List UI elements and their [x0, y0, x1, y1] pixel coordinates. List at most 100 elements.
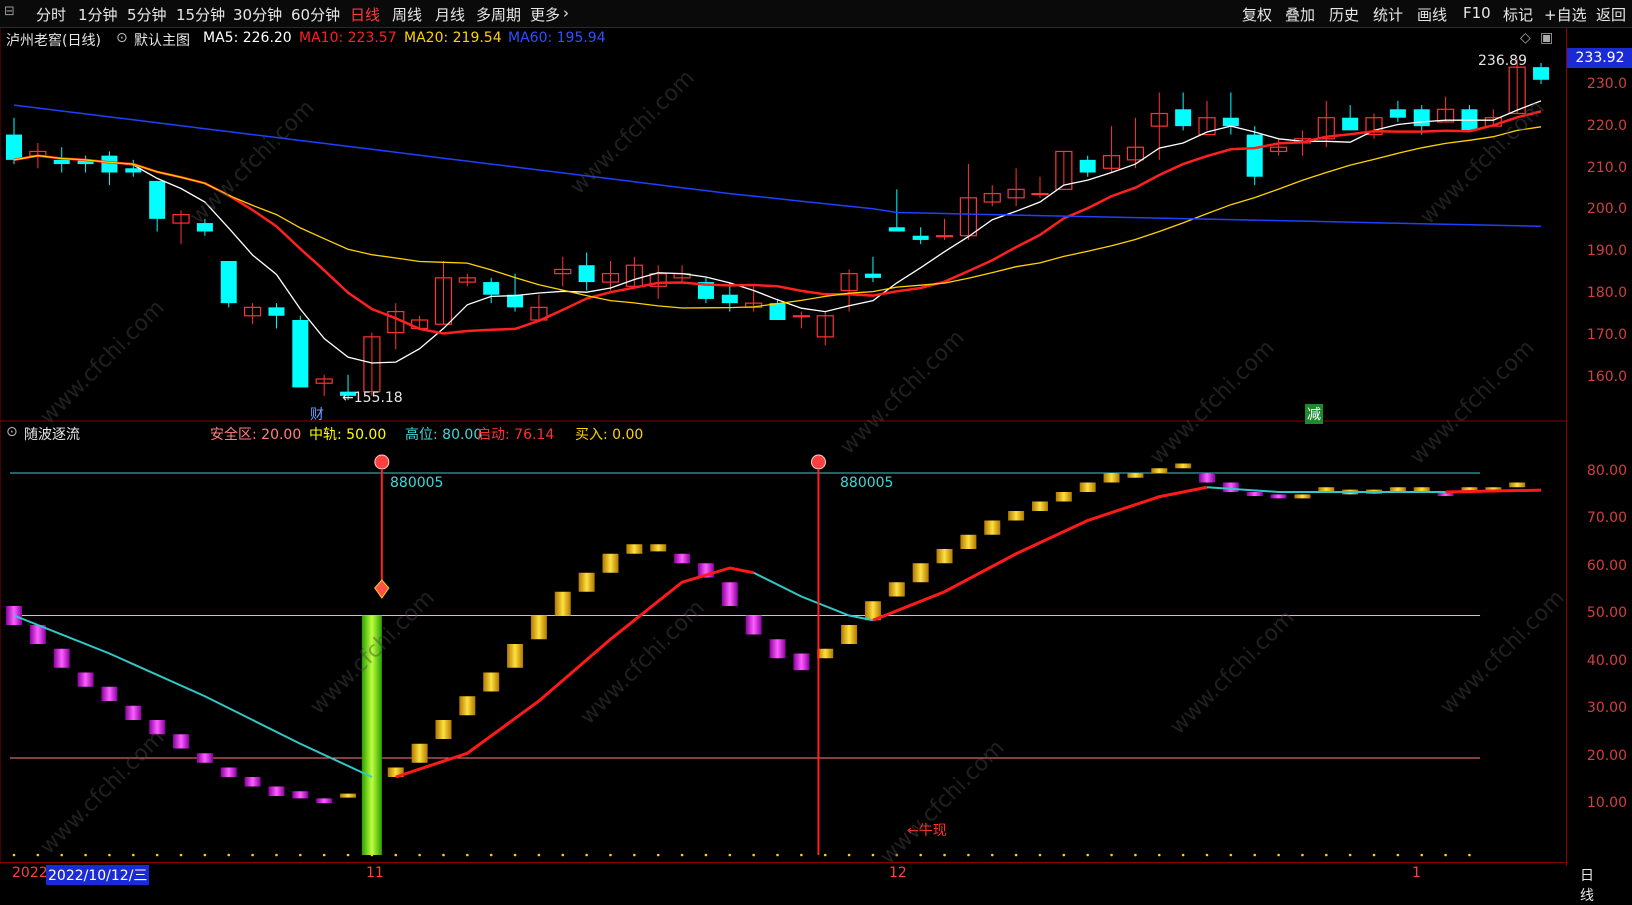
- baseline-dot: [633, 853, 636, 857]
- baseline-dot: [84, 853, 87, 857]
- sub-bar: [411, 743, 428, 763]
- price-tick: 210.0: [1586, 160, 1627, 176]
- price-tick: 200.0: [1586, 201, 1627, 217]
- baseline-dot: [466, 853, 469, 857]
- baseline-dot: [346, 853, 350, 857]
- sub-indicator-name[interactable]: 随波逐流: [24, 424, 80, 444]
- sub-toggle-icon[interactable]: ⊙: [6, 424, 18, 440]
- candle-down: [1389, 109, 1406, 118]
- sub-bar: [1270, 494, 1287, 499]
- candle-up: [1031, 192, 1049, 196]
- high-zone-value: 高位: 80.00: [405, 427, 483, 443]
- baseline-dot: [847, 853, 851, 857]
- sub-bar: [268, 786, 285, 796]
- candle-down: [1222, 117, 1239, 127]
- sub-bar: [888, 582, 905, 597]
- baseline-dot: [1277, 853, 1280, 857]
- candle-down: [1079, 159, 1096, 173]
- sub-bar: [507, 644, 524, 668]
- baseline-dot: [442, 853, 445, 857]
- period-button[interactable]: 日线: [1580, 865, 1594, 905]
- sub-bar: [316, 798, 333, 804]
- sub-bar: [1055, 492, 1072, 502]
- baseline-dot: [1181, 853, 1185, 857]
- signal-pin-icon: [374, 454, 390, 470]
- baseline-dot: [1157, 853, 1161, 857]
- baseline-dot: [1086, 853, 1089, 857]
- sub-bar: [435, 720, 452, 739]
- sub-bar: [361, 615, 382, 855]
- baseline-dot: [895, 853, 899, 857]
- baseline-dot: [1325, 853, 1328, 857]
- sub-bar: [1222, 482, 1239, 492]
- sub-tick: 70.00: [1586, 510, 1627, 526]
- month-label: 1: [1412, 865, 1421, 881]
- sub-tick: 30.00: [1586, 700, 1627, 716]
- sub-bar: [984, 520, 1001, 535]
- baseline-dot: [680, 853, 684, 857]
- sub-bar: [149, 720, 166, 735]
- sub-bar: [1294, 494, 1311, 499]
- sub-bar: [125, 705, 142, 720]
- year-label: 2022: [12, 865, 48, 881]
- finance-marker[interactable]: 财: [310, 404, 324, 424]
- sub-bar: [530, 615, 547, 640]
- sub-bar: [1199, 473, 1215, 483]
- baseline-dot: [561, 853, 565, 857]
- date-axis: 2022 2022/10/12/三 11 12 1 日线: [0, 862, 1594, 904]
- sub-bar: [1151, 468, 1168, 473]
- candle-down: [196, 223, 213, 232]
- baseline-dot: [1253, 853, 1257, 857]
- sub-bar: [292, 791, 309, 799]
- sub-bar: [602, 553, 619, 573]
- sub-trend-red: [395, 566, 754, 779]
- baseline-dot: [1444, 853, 1447, 857]
- baseline-dot: [1014, 853, 1018, 857]
- sub-tick: 10.00: [1586, 795, 1627, 811]
- baseline-dot: [132, 853, 135, 857]
- button-back[interactable]: 返回: [1596, 4, 1626, 25]
- candle-down: [220, 261, 237, 304]
- start-value: 启动: 76.14: [477, 427, 555, 443]
- candle-down: [1413, 109, 1430, 127]
- sub-bar: [936, 549, 953, 564]
- baseline-dot: [800, 853, 803, 857]
- sub-trend-cyan: [753, 571, 874, 622]
- safe-zone-value: 安全区: 20.00: [210, 427, 302, 443]
- candle-down: [149, 180, 166, 219]
- price-tick: 220.0: [1586, 118, 1627, 134]
- month-label: 12: [889, 865, 907, 881]
- sub-bar: [459, 696, 476, 716]
- reduce-marker[interactable]: 减: [1305, 404, 1323, 424]
- baseline-dot: [1134, 853, 1137, 857]
- bull-signal-label: ←牛现: [907, 823, 947, 839]
- sub-bar: [1103, 473, 1120, 483]
- sub-bar: [340, 793, 357, 798]
- price-tick: 160.0: [1586, 369, 1627, 385]
- sub-tick: 40.00: [1586, 653, 1627, 669]
- baseline-dot: [728, 853, 732, 857]
- baseline-dot: [489, 853, 493, 857]
- ma60-line: [13, 104, 1542, 227]
- low-price-label: ←155.18: [342, 390, 403, 406]
- baseline-dot: [752, 853, 755, 857]
- sub-bar: [220, 767, 237, 777]
- candle-up: [792, 315, 810, 318]
- baseline-dot: [1396, 853, 1400, 857]
- baseline-dot: [1420, 853, 1424, 857]
- candle-down: [292, 320, 309, 388]
- baseline-dot: [871, 853, 875, 857]
- baseline-dot: [919, 853, 922, 857]
- baseline-dot: [370, 853, 374, 857]
- candle-down: [483, 282, 500, 295]
- baseline-dot: [776, 853, 779, 857]
- baseline-dot: [1110, 853, 1113, 857]
- baseline-dot: [1348, 853, 1352, 857]
- signal-pin-icon: [810, 454, 826, 470]
- candle-down: [125, 168, 142, 173]
- baseline-dot: [203, 853, 207, 857]
- sub-bar: [1079, 482, 1096, 492]
- price-tick: 170.0: [1586, 327, 1627, 343]
- sub-tick: 50.00: [1586, 605, 1627, 621]
- baseline-dot: [585, 853, 588, 857]
